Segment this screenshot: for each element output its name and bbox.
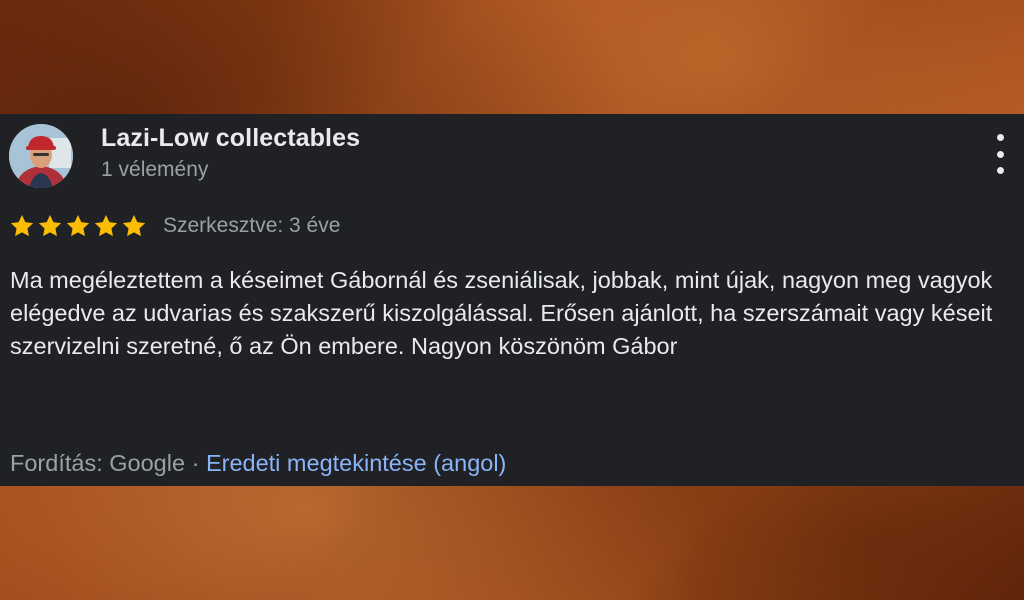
star-icon xyxy=(122,214,146,237)
view-original-link[interactable]: Eredeti megtekintése (angol) xyxy=(206,450,506,476)
avatar-icon xyxy=(9,124,73,188)
star-rating xyxy=(9,213,147,239)
star-icon xyxy=(66,214,90,237)
avatar[interactable] xyxy=(9,124,73,188)
translation-label: Fordítás: Google xyxy=(10,450,186,476)
star-icon xyxy=(94,214,118,237)
edited-timestamp: Szerkesztve: 3 éve xyxy=(163,214,341,237)
author-review-count: 1 vélemény xyxy=(101,158,209,181)
rating-row: Szerkesztve: 3 éve xyxy=(9,210,340,242)
review-card: Lazi-Low collectables 1 vélemény Szerkes… xyxy=(0,114,1024,486)
translation-row: Fordítás: Google · Eredeti megtekintése … xyxy=(10,450,506,477)
star-icon xyxy=(38,214,62,237)
more-vert-icon xyxy=(996,134,1004,141)
more-options-button[interactable] xyxy=(990,134,1010,174)
review-text: Ma megéleztettem a késeimet Gábornál és … xyxy=(10,267,993,359)
star-icon xyxy=(10,214,34,237)
author-name[interactable]: Lazi-Low collectables xyxy=(101,124,360,153)
separator: · xyxy=(185,450,206,476)
